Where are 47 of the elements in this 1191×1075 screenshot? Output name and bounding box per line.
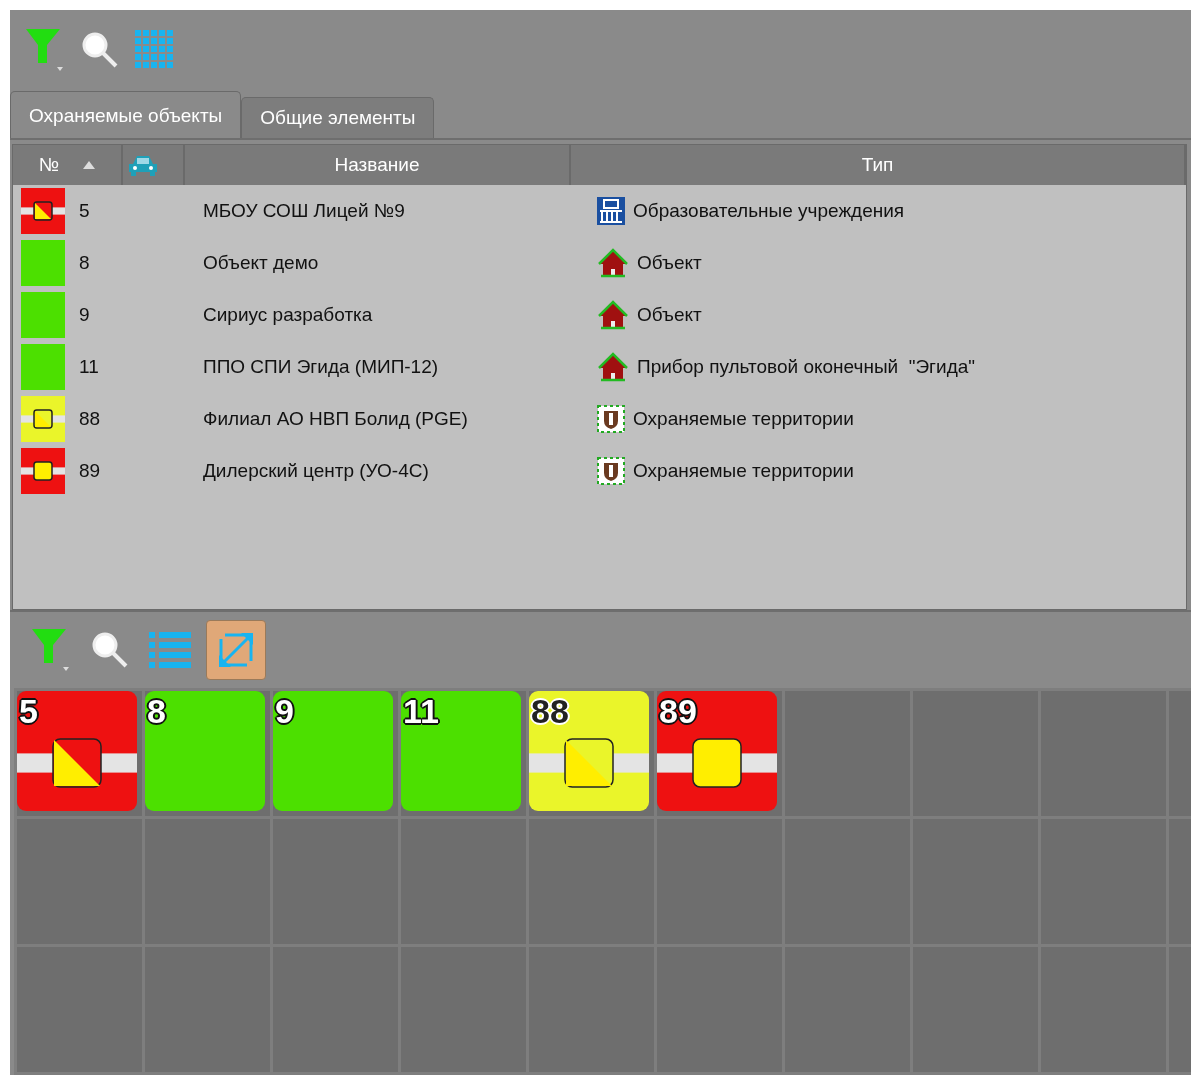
table-cell-text: Объект <box>637 302 702 327</box>
table-cell-text: МБОУ СОШ Лицей №9 <box>203 198 406 223</box>
tile-number: 11 <box>403 691 439 731</box>
table-cell-text: Филиал АО НВП Болид (PGE) <box>203 406 469 431</box>
table-cell-text: Охраняемые территории <box>633 406 854 431</box>
search-icon <box>90 630 130 670</box>
tile-number: 9 <box>275 691 294 731</box>
table-cell-text: Прибор пультовой оконечный "Эгида" <box>637 354 976 379</box>
table-cell-text: Дилерский центр (УО-4С) <box>203 458 430 483</box>
car-icon[interactable] <box>127 154 159 176</box>
column-header[interactable]: № <box>38 150 60 180</box>
building-icon <box>597 197 625 225</box>
table-cell-text: Объект <box>637 250 702 275</box>
table-cell-text: 89 <box>79 458 102 483</box>
table-cell-text: 88 <box>79 406 102 431</box>
house-icon <box>597 248 629 278</box>
table-cell-text: Образовательные учреждения <box>633 198 905 223</box>
house-icon <box>597 300 629 330</box>
sort-arrow-icon <box>83 161 96 169</box>
shield-icon <box>597 405 625 433</box>
filter-icon <box>30 627 72 673</box>
object-tile[interactable]: 89 <box>657 691 777 811</box>
table-cell-text: Охраняемые территории <box>633 458 854 483</box>
tile-number: 89 <box>659 691 697 731</box>
shield-icon <box>597 457 625 485</box>
table-cell-text: ППО СПИ Эгида (МИП-12) <box>203 354 440 379</box>
expand-button[interactable] <box>206 620 266 680</box>
house-icon <box>597 352 629 382</box>
tab[interactable]: Общие элементы <box>241 96 435 138</box>
tab[interactable]: Охраняемые объекты <box>10 90 242 138</box>
column-header[interactable]: Название <box>334 150 420 180</box>
tile-number: 5 <box>19 691 38 731</box>
tile-number: 88 <box>531 691 569 731</box>
table-cell-text: 5 <box>79 198 91 223</box>
grid-icon[interactable] <box>134 29 176 71</box>
table-cell-text: Объект демо <box>203 250 320 275</box>
table-cell-text: 9 <box>79 302 91 327</box>
table-cell-text: 11 <box>79 354 100 379</box>
search-icon[interactable] <box>80 30 120 70</box>
tile-number: 8 <box>147 691 166 731</box>
table-cell-text: Сириус разработка <box>203 302 374 327</box>
object-tile[interactable]: 5 <box>17 691 137 811</box>
object-tile[interactable]: 88 <box>529 691 649 811</box>
column-header[interactable]: Тип <box>861 150 894 180</box>
table-cell-text: 8 <box>79 250 91 275</box>
list-icon <box>148 630 192 670</box>
filter-icon[interactable] <box>24 27 66 73</box>
